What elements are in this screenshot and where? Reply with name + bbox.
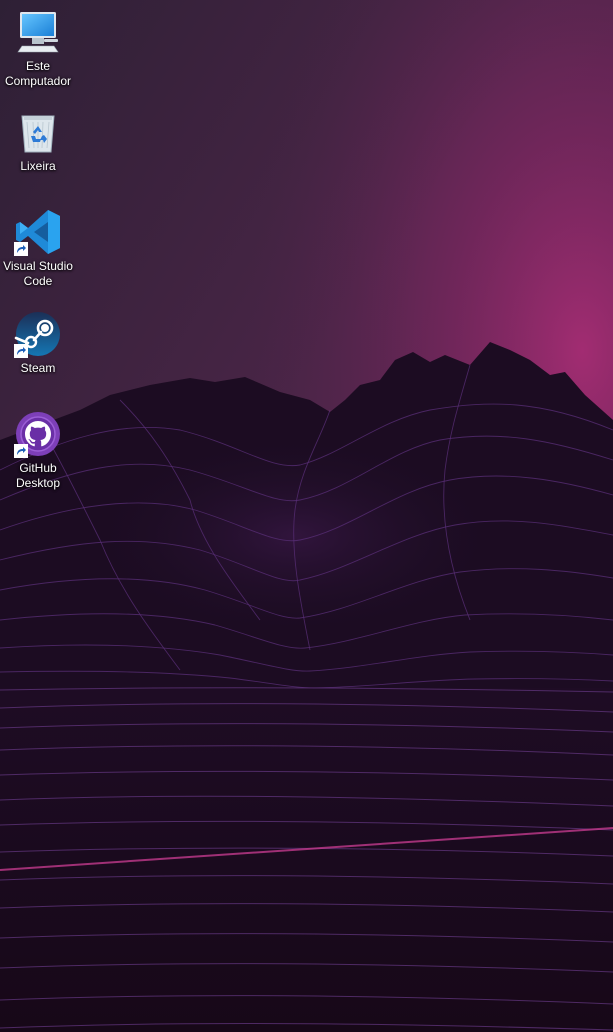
desktop-icon-label: Steam: [20, 361, 56, 375]
desktop-wallpaper: [0, 0, 613, 1032]
desktop-icon-visual-studio-code[interactable]: Visual Studio Code: [0, 208, 76, 289]
shortcut-arrow-icon: [14, 344, 28, 358]
computer-icon: [17, 12, 59, 53]
desktop-icon-label: Este Computador: [4, 59, 72, 88]
desktop-icon-lixeira[interactable]: Lixeira: [0, 108, 76, 174]
desktop-icon-este-computador[interactable]: Este Computador: [0, 8, 76, 89]
desktop-icon-github-desktop[interactable]: GitHub Desktop: [0, 410, 76, 491]
desktop-icon-label: Lixeira: [20, 159, 56, 173]
desktop-icon-steam[interactable]: Steam: [0, 310, 76, 376]
shortcut-arrow-icon: [14, 444, 28, 458]
desktop-icon-label: Visual Studio Code: [3, 259, 73, 288]
desktop-icon-label: GitHub Desktop: [15, 461, 61, 490]
shortcut-arrow-icon: [14, 242, 28, 256]
recycle-bin-icon: [21, 115, 55, 153]
